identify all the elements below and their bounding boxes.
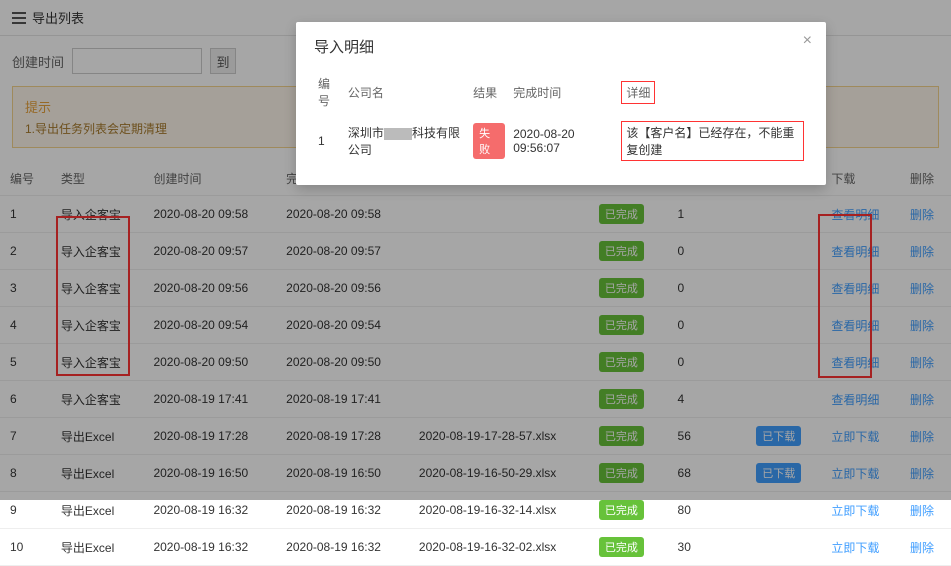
mcol-no: 编号 (314, 69, 344, 115)
cell-status: 已完成 (589, 529, 668, 566)
cell-action: 立即下载 (821, 529, 900, 566)
table-row: 10导出Excel2020-08-19 16:322020-08-19 16:3… (0, 529, 951, 566)
cell-downloaded (746, 529, 821, 566)
mrow-detail: 该【客户名】已经存在，不能重复创建 (617, 115, 808, 167)
cell-rows: 30 (668, 529, 747, 566)
cell-create: 2020-08-19 16:32 (143, 529, 276, 566)
modal-title: 导入明细 (314, 36, 808, 57)
mcol-result: 结果 (469, 69, 509, 115)
modal-close-button[interactable]: × (803, 32, 812, 50)
import-detail-modal: 导入明细 × 编号 公司名 结果 完成时间 详细 1 深圳市科技有限公司 失败 … (296, 22, 826, 185)
delete-link[interactable]: 删除 (910, 541, 934, 555)
download-link[interactable]: 立即下载 (831, 541, 879, 555)
cell-file: 2020-08-19-16-32-02.xlsx (409, 529, 589, 566)
mrow-result: 失败 (469, 115, 509, 167)
modal-row: 1 深圳市科技有限公司 失败 2020-08-20 09:56:07 该【客户名… (314, 115, 808, 167)
censored-text (384, 128, 412, 140)
mrow-no: 1 (314, 115, 344, 167)
cell-delete: 删除 (900, 529, 951, 566)
delete-link[interactable]: 删除 (910, 504, 934, 518)
download-link[interactable]: 立即下载 (831, 504, 879, 518)
cell-type: 导出Excel (51, 529, 144, 566)
mcol-company: 公司名 (344, 69, 469, 115)
mrow-company: 深圳市科技有限公司 (344, 115, 469, 167)
mcol-detail: 详细 (617, 69, 808, 115)
mcol-finish: 完成时间 (509, 69, 617, 115)
cell-finish: 2020-08-19 16:32 (276, 529, 409, 566)
cell-no: 10 (0, 529, 51, 566)
mrow-finish: 2020-08-20 09:56:07 (509, 115, 617, 167)
